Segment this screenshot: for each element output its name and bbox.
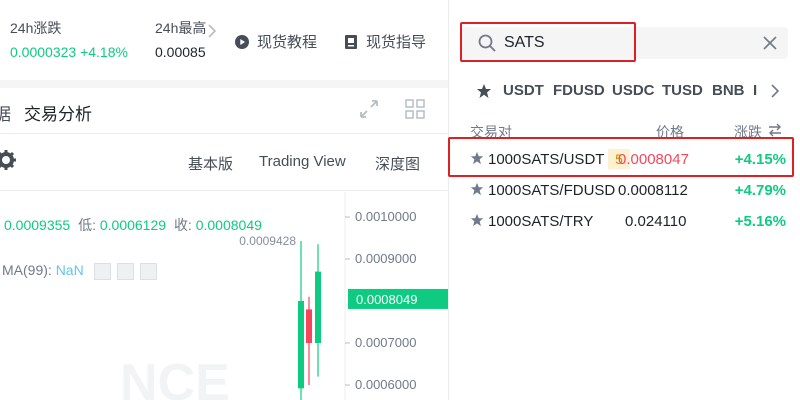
expand-icon[interactable] — [360, 100, 378, 118]
candle-body — [298, 301, 304, 389]
star-icon[interactable] — [470, 213, 484, 227]
chart-view-bar: 基本版 Trading View 深度图 — [0, 135, 448, 191]
tab-trade-analysis[interactable]: 交易分析 — [24, 100, 92, 125]
column-price-header[interactable]: 价格 — [656, 122, 684, 142]
pair-price: 0.0008112 — [618, 182, 688, 199]
change-24h-value: 0.0000323 +4.18% — [10, 44, 128, 60]
swap-arrows-icon[interactable] — [768, 123, 782, 137]
candlestick-chart: 0.0009355 低: 0.0006129 收: 0.0008049 MA(9… — [0, 192, 448, 400]
quote-tab-usdc[interactable]: USDC — [612, 82, 655, 99]
search-box[interactable] — [462, 27, 788, 59]
watermark: NCE — [120, 354, 230, 400]
quote-tab-usdt[interactable]: USDT — [503, 82, 544, 99]
spot-tutorial-link[interactable]: 现货教程 — [235, 31, 317, 52]
pair-change: +5.16% — [734, 213, 786, 230]
change-24h-label: 24h涨跌 — [10, 20, 62, 36]
clear-icon[interactable] — [762, 35, 778, 51]
view-basic-tab[interactable]: 基本版 — [188, 153, 233, 174]
column-change-header[interactable]: 涨跌 — [734, 122, 762, 142]
star-icon[interactable] — [470, 151, 484, 165]
panel-divider — [448, 0, 449, 400]
quote-tab-bnb[interactable]: BNB — [712, 82, 745, 99]
quote-tab-more[interactable]: I — [753, 82, 757, 99]
y-axis-tick-label: 0.0010000 — [355, 209, 416, 224]
pair-price: 0.0008047 — [618, 151, 689, 168]
star-icon[interactable] — [476, 83, 492, 99]
pair-change: +4.15% — [734, 151, 786, 168]
chevron-right-icon[interactable] — [770, 84, 780, 98]
pair-row[interactable]: 1000SATS/USDT 5 0.0008047 +4.15% — [470, 146, 788, 174]
high-24h-value: 0.00085 — [155, 44, 206, 60]
document-icon — [345, 34, 357, 49]
ticker-bar: 24h涨跌 0.0000323 +4.18% 24h最高 0.00085 现货教… — [0, 0, 448, 80]
star-icon[interactable] — [470, 182, 484, 196]
pair-row[interactable]: 1000SATS/FDUSD 0.0008112 +4.79% — [470, 177, 788, 205]
search-input[interactable] — [504, 32, 744, 54]
pair-price: 0.024110 — [625, 213, 687, 230]
search-icon — [478, 34, 496, 52]
pair-name: 1000SATS/FDUSD — [488, 182, 616, 199]
play-circle-icon — [235, 34, 249, 49]
gear-icon[interactable] — [0, 150, 16, 170]
pair-change: +4.79% — [734, 182, 786, 199]
chart-panel: 24h涨跌 0.0000323 +4.18% 24h最高 0.00085 现货教… — [0, 0, 448, 400]
candle-body — [315, 271, 321, 343]
chart-plot: NCE 0.0010000 0.0009000 0.0007000 0.0006000… — [120, 192, 448, 400]
chevron-right-icon[interactable] — [207, 24, 217, 38]
section-separator — [0, 80, 448, 88]
current-price-label: 0.0008049 — [356, 292, 417, 307]
y-axis-tick-label: 0.0006000 — [355, 377, 416, 392]
high-marker-label: 0.0009428 — [239, 234, 296, 248]
quote-tab-fdusd[interactable]: FDUSD — [553, 82, 605, 99]
quote-tab-tusd[interactable]: TUSD — [662, 82, 703, 99]
spot-guide-label: 现货指导 — [366, 34, 427, 51]
pair-row[interactable]: 1000SATS/TRY 0.024110 +5.16% — [470, 208, 788, 236]
view-depth-tab[interactable]: 深度图 — [375, 153, 420, 174]
column-pair-header[interactable]: 交易对 — [470, 122, 512, 142]
view-tradingview-tab[interactable]: Trading View — [259, 153, 346, 170]
pair-name: 1000SATS/USDT — [488, 151, 605, 168]
candle-body — [306, 309, 312, 343]
pair-name: 1000SATS/TRY — [488, 213, 594, 230]
chart-tab-bar: 据 交易分析 — [0, 88, 448, 134]
spot-tutorial-label: 现货教程 — [257, 34, 318, 51]
y-axis-tick-label: 0.0009000 — [355, 251, 416, 266]
y-axis-tick-label: 0.0007000 — [355, 335, 416, 350]
tab-data[interactable]: 据 — [0, 100, 11, 125]
high-24h-label: 24h最高 — [155, 20, 207, 36]
grid-layout-icon[interactable] — [405, 99, 425, 119]
spot-guide-link[interactable]: 现货指导 — [344, 31, 426, 52]
